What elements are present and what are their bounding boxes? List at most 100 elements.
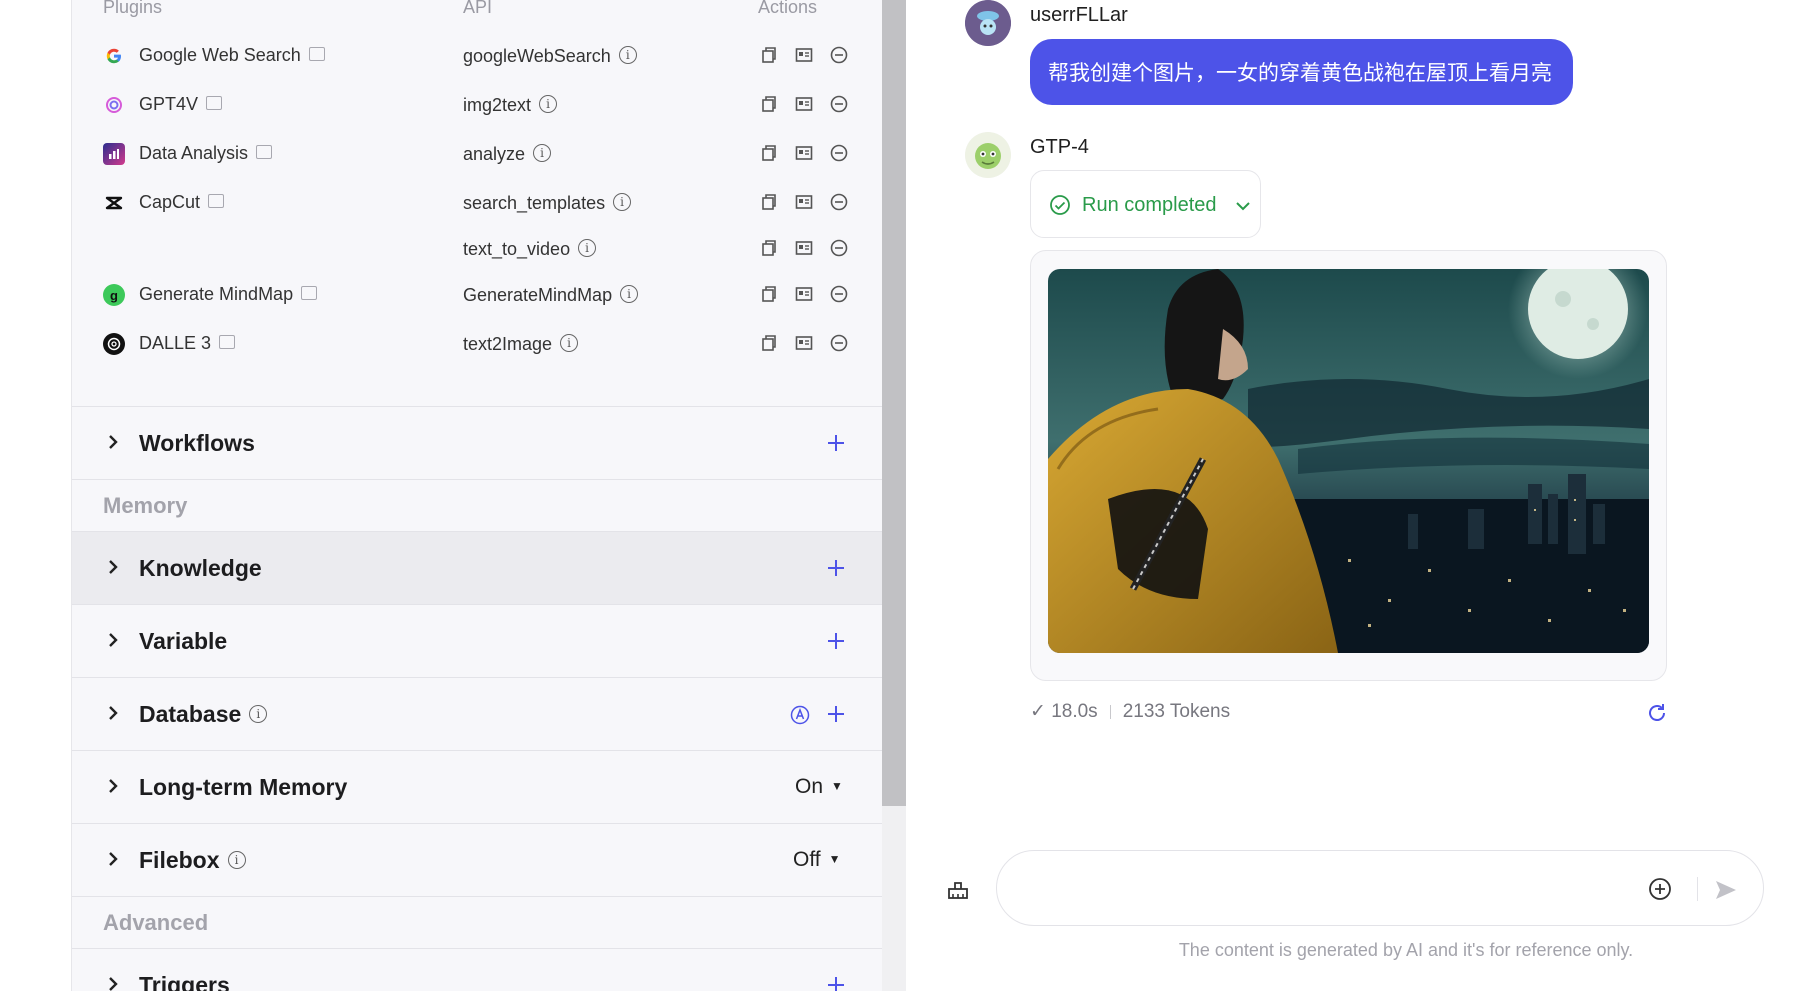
section-triggers[interactable]: Triggers xyxy=(72,948,882,991)
remove-icon[interactable] xyxy=(830,334,848,352)
card-settings-icon[interactable] xyxy=(795,285,813,303)
section-title: Triggers xyxy=(139,972,230,991)
plugin-api-name: analyze xyxy=(463,144,526,164)
card-settings-icon[interactable] xyxy=(795,95,813,113)
section-title: Database xyxy=(139,701,242,727)
info-icon[interactable]: i xyxy=(618,46,637,65)
remove-icon[interactable] xyxy=(830,285,848,303)
clear-history-icon[interactable] xyxy=(946,877,970,901)
section-knowledge[interactable]: Knowledge xyxy=(72,531,882,604)
card-settings-icon[interactable] xyxy=(795,144,813,162)
response-stats: ✓ 18.0s 2133 Tokens xyxy=(1030,700,1230,723)
section-title: Workflows xyxy=(139,430,255,456)
plugin-row-capcut: CapCut search_templates i xyxy=(72,183,882,223)
remove-icon[interactable] xyxy=(830,95,848,113)
actions-column-header: Actions xyxy=(758,0,818,17)
chevron-right-icon xyxy=(109,779,118,793)
run-status-toggle[interactable]: Run completed xyxy=(1030,170,1261,238)
add-knowledge-icon[interactable] xyxy=(825,557,847,579)
card-settings-icon[interactable] xyxy=(795,193,813,211)
section-title: Filebox xyxy=(139,847,220,873)
send-icon[interactable] xyxy=(1713,877,1739,903)
card-settings-icon[interactable] xyxy=(795,334,813,352)
plugin-name: Data Analysis xyxy=(139,143,249,163)
filebox-select[interactable]: Off ▼ xyxy=(793,848,841,872)
add-attachment-icon[interactable] xyxy=(1647,876,1673,902)
section-title: Variable xyxy=(139,628,228,654)
plugin-card-icon[interactable] xyxy=(206,96,223,111)
plugin-row-dalle3: DALLE 3 text2Image i xyxy=(72,324,882,364)
google-icon xyxy=(103,45,125,67)
plugin-card-icon[interactable] xyxy=(219,335,236,350)
openai-swirl-icon xyxy=(103,94,125,116)
plugin-row-google-web-search: Google Web Search googleWebSearch i xyxy=(72,36,882,76)
check-circle-icon xyxy=(1050,195,1070,215)
plugin-row-generate-mindmap: g Generate MindMap GenerateMindMap i xyxy=(72,275,882,315)
copy-icon[interactable] xyxy=(760,46,778,64)
plugin-card-icon[interactable] xyxy=(256,145,273,160)
plugin-card-icon[interactable] xyxy=(301,286,318,301)
info-icon[interactable]: i xyxy=(227,850,246,869)
plugin-api-name: GenerateMindMap xyxy=(463,285,613,305)
copy-icon[interactable] xyxy=(760,285,778,303)
plugin-api-name: text_to_video xyxy=(463,239,571,259)
copy-icon[interactable] xyxy=(760,239,778,257)
plugins-table-header: Plugins API Actions xyxy=(72,0,882,20)
section-filebox[interactable]: Filebox i Off ▼ xyxy=(72,823,882,896)
long-term-memory-select[interactable]: On ▼ xyxy=(795,775,843,799)
auto-generate-icon[interactable] xyxy=(790,705,810,725)
card-settings-icon[interactable] xyxy=(795,239,813,257)
chevron-right-icon xyxy=(109,852,118,866)
add-variable-icon[interactable] xyxy=(825,630,847,652)
plugin-name: DALLE 3 xyxy=(139,333,212,353)
info-icon[interactable]: i xyxy=(539,95,558,114)
section-variable[interactable]: Variable xyxy=(72,604,882,677)
regenerate-icon[interactable] xyxy=(1646,702,1668,724)
copy-icon[interactable] xyxy=(760,334,778,352)
bot-name: GTP-4 xyxy=(1030,136,1089,158)
run-status-label: Run completed xyxy=(1082,194,1217,216)
info-icon[interactable]: i xyxy=(249,704,268,723)
info-icon[interactable]: i xyxy=(578,239,597,258)
add-workflow-icon[interactable] xyxy=(825,432,847,454)
chat-preview-panel: userrFLLar 帮我创建个图片，一女的穿着黄色战袍在屋顶上看月亮 GTP-… xyxy=(906,0,1798,991)
add-database-icon[interactable] xyxy=(825,703,847,725)
capcut-icon xyxy=(103,192,125,214)
remove-icon[interactable] xyxy=(830,193,848,211)
remove-icon[interactable] xyxy=(830,46,848,64)
copy-icon[interactable] xyxy=(760,144,778,162)
copy-icon[interactable] xyxy=(760,95,778,113)
chevron-right-icon xyxy=(109,977,118,991)
caret-down-icon: ▼ xyxy=(828,852,841,866)
bot-avatar xyxy=(965,132,1011,178)
plugin-name: Google Web Search xyxy=(139,45,301,65)
left-gutter xyxy=(0,0,71,991)
user-message-bubble: 帮我创建个图片，一女的穿着黄色战袍在屋顶上看月亮 xyxy=(1030,39,1573,105)
info-icon[interactable]: i xyxy=(560,334,579,353)
section-long-term-memory[interactable]: Long-term Memory On ▼ xyxy=(72,750,882,823)
section-database[interactable]: Database i xyxy=(72,677,882,750)
input-divider xyxy=(1697,877,1698,901)
copy-icon[interactable] xyxy=(760,193,778,211)
section-workflows[interactable]: Workflows xyxy=(72,406,882,479)
openai-icon xyxy=(103,333,125,355)
info-icon[interactable]: i xyxy=(533,144,552,163)
plugin-name: Generate MindMap xyxy=(139,284,294,304)
message-input[interactable] xyxy=(1021,871,1621,907)
chat-input-box xyxy=(996,850,1764,926)
plugin-card-icon[interactable] xyxy=(308,47,325,62)
plugin-card-icon[interactable] xyxy=(208,194,225,209)
api-column-header: API xyxy=(463,0,493,17)
generated-image[interactable] xyxy=(1048,269,1649,653)
plugin-api-name: text2Image xyxy=(463,334,553,354)
chevron-right-icon xyxy=(109,633,118,647)
info-icon[interactable]: i xyxy=(613,193,632,212)
user-name: userrFLLar xyxy=(1030,4,1128,26)
plugin-row-data-analysis: Data Analysis analyze i xyxy=(72,134,882,174)
add-trigger-icon[interactable] xyxy=(825,974,847,991)
card-settings-icon[interactable] xyxy=(795,46,813,64)
remove-icon[interactable] xyxy=(830,144,848,162)
info-icon[interactable]: i xyxy=(620,285,639,304)
scrollbar-thumb[interactable] xyxy=(882,0,906,806)
remove-icon[interactable] xyxy=(830,239,848,257)
